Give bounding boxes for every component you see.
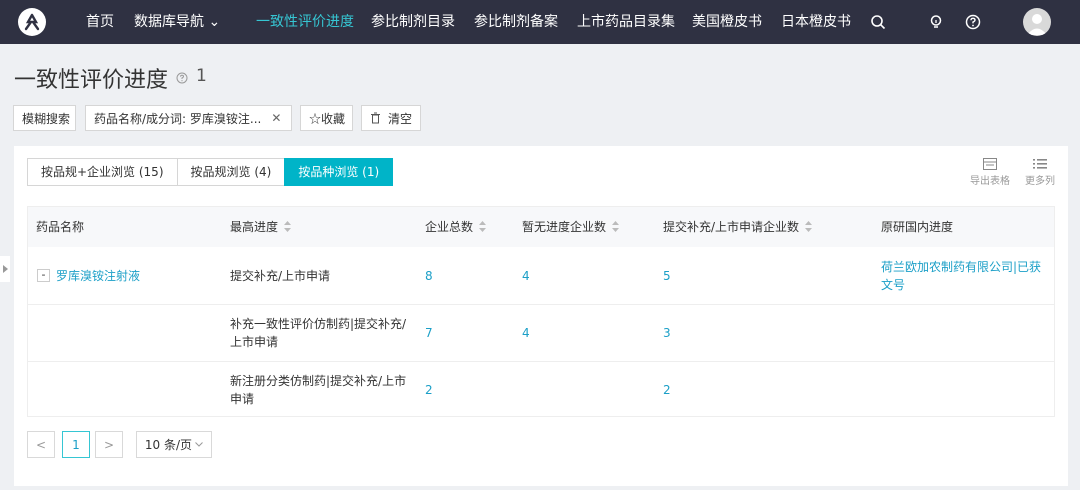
original-progress-link[interactable]: 荷兰欧加农制药有限公司|已获文号 <box>881 258 1051 294</box>
collapse-toggle[interactable]: - <box>37 269 50 282</box>
clear-button[interactable]: 清空 <box>361 105 421 131</box>
clear-label: 清空 <box>388 111 413 126</box>
table-header: 药品名称 最高进度 企业总数 暂无进度企业数 提交补充/上市申请企业数 原研国内… <box>28 207 1054 247</box>
more-columns-label: 更多列 <box>1025 176 1055 187</box>
submitted-cell[interactable]: 3 <box>663 324 671 342</box>
sort-icon[interactable] <box>479 208 487 248</box>
total-cell[interactable]: 8 <box>425 267 433 285</box>
fuzzy-search-button[interactable]: 模糊搜索 <box>13 105 76 131</box>
logo-icon[interactable] <box>18 8 46 36</box>
page-title: 一致性评价进度 <box>14 68 169 93</box>
sort-icon[interactable] <box>284 208 292 248</box>
search-icon[interactable] <box>868 12 888 32</box>
next-page-button[interactable]: > <box>95 431 123 458</box>
nav-database[interactable]: 数据库导航 ⌄ <box>134 0 220 44</box>
header-drug-name: 药品名称 <box>36 220 85 234</box>
results-panel: 按品规+企业浏览 (15) 按品规浏览 (4) 按品种浏览 (1) 导出表格 更… <box>14 146 1068 486</box>
progress-cell: 新注册分类仿制药|提交补充/上市申请 <box>230 374 407 406</box>
chevron-down-icon <box>195 442 203 447</box>
nav-home[interactable]: 首页 <box>86 0 114 44</box>
export-table-button[interactable]: 导出表格 <box>967 158 1013 187</box>
more-columns-button[interactable]: 更多列 <box>1017 158 1063 187</box>
no-progress-cell[interactable]: 4 <box>522 324 530 342</box>
nav-consistency-progress[interactable]: 一致性评价进度 <box>256 0 354 44</box>
total-cell[interactable]: 7 <box>425 324 433 342</box>
row-divider <box>28 361 1054 362</box>
page-size-select[interactable]: 10 条/页 <box>136 431 212 458</box>
drug-name-link[interactable]: 罗库溴铵注射液 <box>56 267 140 285</box>
tab-spec[interactable]: 按品规浏览 (4) <box>176 158 286 186</box>
table-icon <box>983 158 997 170</box>
header-max-progress[interactable]: 最高进度 <box>230 207 292 248</box>
submitted-cell[interactable]: 2 <box>663 381 671 399</box>
top-nav: 首页 数据库导航 ⌄ 一致性评价进度 参比制剂目录 参比制剂备案 上市药品目录集… <box>0 0 1080 44</box>
header-submitted[interactable]: 提交补充/上市申请企业数 <box>663 207 813 248</box>
results-table: 药品名称 最高进度 企业总数 暂无进度企业数 提交补充/上市申请企业数 原研国内… <box>27 206 1055 417</box>
result-count: 1 <box>196 66 207 86</box>
export-label: 导出表格 <box>970 176 1010 187</box>
page-size-label: 10 条/页 <box>144 438 193 452</box>
bulb-icon[interactable] <box>926 12 946 32</box>
fuzzy-search-label: 模糊搜索 <box>22 111 71 126</box>
drug-filter-label: 药品名称/成分词: 罗库溴铵注... <box>94 111 262 126</box>
progress-cell: 提交补充/上市申请 <box>230 269 331 283</box>
close-icon[interactable]: ✕ <box>271 111 281 125</box>
nav-jp-orange-book[interactable]: 日本橙皮书 <box>781 0 851 44</box>
tab-spec-company[interactable]: 按品规+企业浏览 (15) <box>27 158 178 186</box>
favorite-button[interactable]: ☆收藏 <box>300 105 353 131</box>
progress-cell: 补充一致性评价仿制药|提交补充/上市申请 <box>230 317 407 349</box>
avatar[interactable] <box>1023 8 1051 36</box>
prev-page-button[interactable]: < <box>27 431 55 458</box>
nav-reference-catalog[interactable]: 参比制剂目录 <box>371 0 455 44</box>
nav-us-orange-book[interactable]: 美国橙皮书 <box>692 0 762 44</box>
drug-filter-tag[interactable]: 药品名称/成分词: 罗库溴铵注... ✕ <box>85 105 292 131</box>
tab-variety[interactable]: 按品种浏览 (1) <box>284 158 394 186</box>
page-1-button[interactable]: 1 <box>62 431 90 458</box>
row-divider <box>28 304 1054 305</box>
help-icon[interactable] <box>963 12 983 32</box>
list-icon <box>1033 159 1047 169</box>
favorite-label: ☆收藏 <box>309 111 346 126</box>
sort-icon[interactable] <box>612 208 620 248</box>
no-progress-cell[interactable]: 4 <box>522 267 530 285</box>
header-no-progress[interactable]: 暂无进度企业数 <box>522 207 620 248</box>
view-tabs: 按品规+企业浏览 (15) 按品规浏览 (4) 按品种浏览 (1) <box>27 158 394 186</box>
sort-icon[interactable] <box>805 208 813 248</box>
help-circle-icon[interactable] <box>176 72 188 87</box>
sidebar-toggle[interactable] <box>0 256 10 282</box>
submitted-cell[interactable]: 5 <box>663 267 671 285</box>
nav-marketed-catalog[interactable]: 上市药品目录集 <box>577 0 675 44</box>
header-total[interactable]: 企业总数 <box>425 207 487 248</box>
header-original-progress: 原研国内进度 <box>881 220 954 234</box>
trash-icon <box>370 112 381 124</box>
nav-reference-filing[interactable]: 参比制剂备案 <box>474 0 558 44</box>
total-cell[interactable]: 2 <box>425 381 433 399</box>
